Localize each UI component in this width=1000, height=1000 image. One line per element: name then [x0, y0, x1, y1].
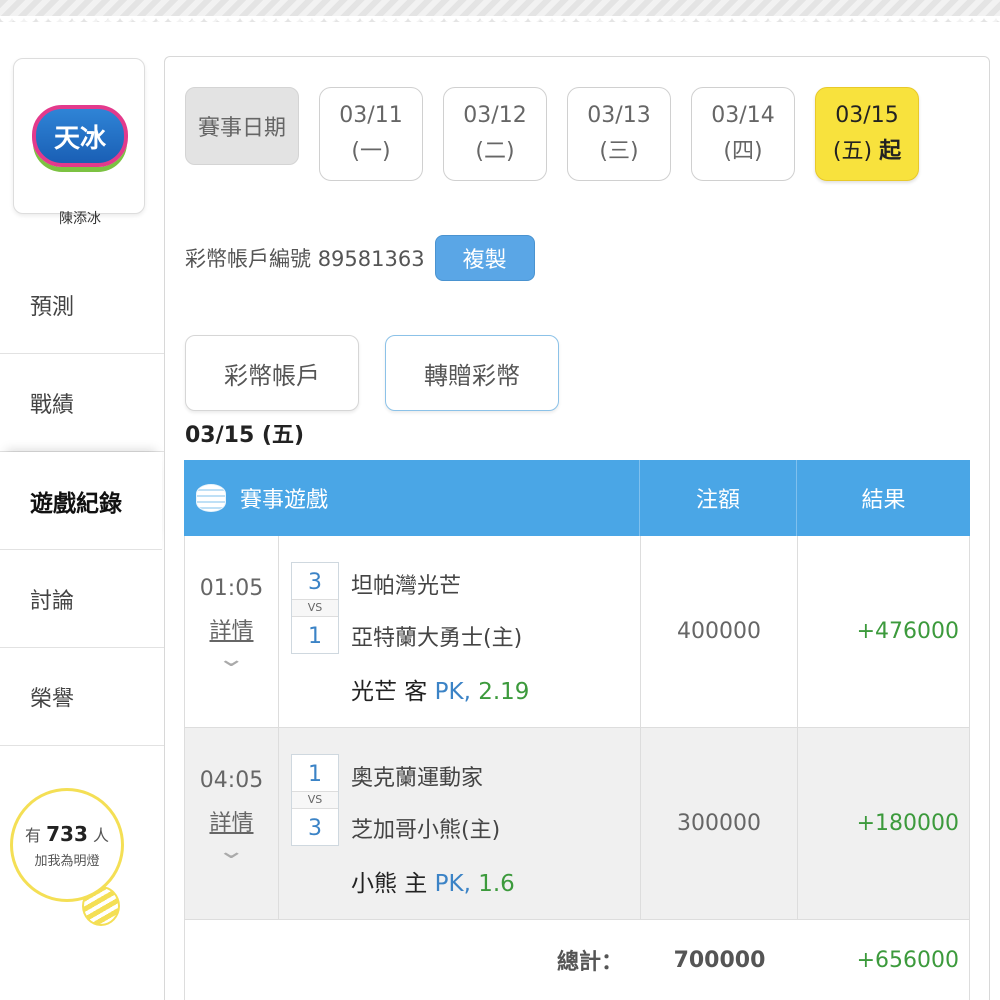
avatar[interactable]: 天冰	[13, 58, 145, 214]
score-away: 1	[308, 762, 322, 787]
lamp-count-line: 有 733 人	[25, 822, 109, 846]
date-button-0315[interactable]: 03/15 (五) 起	[815, 87, 919, 181]
weekday-text: (三)	[599, 139, 639, 164]
bet-pick: 小熊 主 PK, 1.6	[351, 864, 515, 898]
username: 陳添冰	[59, 211, 101, 227]
pick-team: 光芒 客	[351, 679, 428, 705]
bet-amount: 300000	[641, 728, 798, 919]
follow-lamp-button[interactable]: 有 733 人 加我為明燈	[10, 788, 130, 938]
team-away: 坦帕灣光芒	[351, 574, 462, 599]
table-header: 賽事遊戲 注額 結果	[184, 460, 970, 536]
sidebar-nav: 預測 戰績 遊戲紀錄 討論 榮譽	[0, 256, 165, 746]
game-time: 01:05	[199, 576, 264, 601]
account-number-row: 彩幣帳戶編號 89581363 複製	[185, 235, 535, 281]
header-result: 結果	[861, 488, 906, 513]
date-button-0314[interactable]: 03/14 (四)	[691, 87, 795, 181]
pick-type: PK,	[434, 871, 471, 897]
header-game-label: 賽事遊戲	[240, 488, 329, 513]
lamp-suffix: 人	[92, 825, 109, 845]
date-text: 03/15	[835, 103, 899, 128]
bet-result: +180000	[856, 811, 959, 836]
date-button-0312[interactable]: 03/12 (二)	[443, 87, 547, 181]
sidebar-item-honor[interactable]: 榮譽	[0, 648, 165, 746]
lightbulb-circle: 有 733 人 加我為明燈	[10, 788, 124, 902]
start-marker: 起	[879, 139, 902, 164]
game-record-table: 賽事遊戲 注額 結果 01:05 詳情 ⌄ 3 VS 1 坦帕灣光芒 亞特蘭大勇…	[184, 460, 970, 1000]
date-selector: 賽事日期 03/11 (一) 03/12 (二) 03/13 (三) 03/14…	[185, 87, 919, 181]
main-panel: 賽事日期 03/11 (一) 03/12 (二) 03/13 (三) 03/14…	[164, 56, 990, 1000]
date-button-0313[interactable]: 03/13 (三)	[567, 87, 671, 181]
total-amount: 700000	[673, 947, 766, 973]
lamp-prefix: 有	[25, 825, 42, 845]
score-away: 3	[308, 570, 322, 595]
chevron-down-icon[interactable]: ⌄	[217, 839, 247, 864]
date-text: 03/11	[339, 103, 403, 128]
time-cell: 01:05 詳情 ⌄	[185, 536, 279, 727]
header-game: 賽事遊戲	[184, 460, 640, 536]
date-text: 03/12	[463, 103, 527, 128]
total-result: +656000	[856, 947, 959, 973]
detail-link[interactable]: 詳情	[209, 613, 253, 645]
team-home: 亞特蘭大勇士(主)	[351, 626, 523, 651]
sidebar-item-predict[interactable]: 預測	[0, 256, 165, 354]
vs-label: VS	[292, 599, 338, 617]
brand-logo-icon: 天冰	[32, 105, 128, 167]
pick-team: 小熊 主	[351, 871, 428, 897]
account-number-value: 89581363	[317, 247, 425, 271]
account-tabs: 彩幣帳戶 轉贈彩幣	[185, 335, 559, 411]
vs-label: VS	[292, 791, 338, 809]
day-title: 03/15 (五)	[185, 423, 305, 448]
account-number-text: 彩幣帳戶編號 89581363	[185, 243, 425, 273]
score-home: 3	[308, 816, 322, 841]
bet-pick: 光芒 客 PK, 2.19	[351, 672, 529, 706]
pick-odds: 2.19	[478, 679, 530, 705]
chevron-down-icon[interactable]: ⌄	[217, 647, 247, 672]
score-box: 1 VS 3	[291, 754, 339, 846]
weekday-text: (二)	[475, 139, 515, 164]
coin-account-button[interactable]: 彩幣帳戶	[185, 335, 359, 411]
account-number-label: 彩幣帳戶編號	[185, 247, 311, 271]
bet-amount: 400000	[641, 536, 798, 727]
match-cell: 1 VS 3 奧克蘭運動家 芝加哥小熊(主) 小熊 主 PK, 1.6	[279, 728, 641, 919]
date-text: 03/13	[587, 103, 651, 128]
top-torn-edge	[0, 0, 1000, 28]
table-row: 01:05 詳情 ⌄ 3 VS 1 坦帕灣光芒 亞特蘭大勇士(主) 光芒 客 P…	[184, 536, 970, 728]
copy-button[interactable]: 複製	[434, 235, 535, 281]
transfer-coins-button[interactable]: 轉贈彩幣	[385, 335, 559, 411]
lamp-caption: 加我為明燈	[34, 853, 100, 869]
match-cell: 3 VS 1 坦帕灣光芒 亞特蘭大勇士(主) 光芒 客 PK, 2.19	[279, 536, 641, 727]
coin-stack-icon	[196, 484, 226, 512]
team-home: 芝加哥小熊(主)	[351, 818, 501, 843]
avatar-logo: 天冰	[30, 73, 130, 199]
pick-type: PK,	[434, 679, 471, 705]
weekday-text: (四)	[723, 139, 763, 164]
total-label: 總計：	[556, 950, 623, 975]
pick-odds: 1.6	[478, 871, 515, 897]
time-cell: 04:05 詳情 ⌄	[185, 728, 279, 919]
weekday-text: (一)	[351, 139, 391, 164]
sidebar: 天冰 陳添冰 預測 戰績 遊戲紀錄 討論 榮譽 有 733 人 加我為明燈	[0, 22, 165, 1000]
sidebar-item-game-history[interactable]: 遊戲紀錄	[0, 452, 162, 550]
bet-result: +476000	[856, 619, 959, 644]
detail-link[interactable]: 詳情	[209, 805, 253, 837]
date-text: 03/14	[711, 103, 775, 128]
lamp-count: 733	[46, 821, 88, 846]
score-box: 3 VS 1	[291, 562, 339, 654]
game-time: 04:05	[199, 768, 264, 793]
team-away: 奧克蘭運動家	[351, 766, 484, 791]
table-row: 04:05 詳情 ⌄ 1 VS 3 奧克蘭運動家 芝加哥小熊(主) 小熊 主 P…	[184, 728, 970, 920]
sidebar-item-record[interactable]: 戰績	[0, 354, 165, 452]
weekday-line: (五) 起	[833, 134, 901, 170]
sidebar-item-discussion[interactable]: 討論	[0, 550, 165, 648]
header-amount: 注額	[640, 460, 797, 536]
weekday-text: (五)	[832, 139, 873, 164]
logo-text: 天冰	[53, 123, 106, 154]
date-button-0311[interactable]: 03/11 (一)	[319, 87, 423, 181]
table-total-row: 總計： 700000 +656000	[184, 920, 970, 1000]
score-home: 1	[308, 624, 322, 649]
date-selector-label: 賽事日期	[185, 87, 299, 165]
